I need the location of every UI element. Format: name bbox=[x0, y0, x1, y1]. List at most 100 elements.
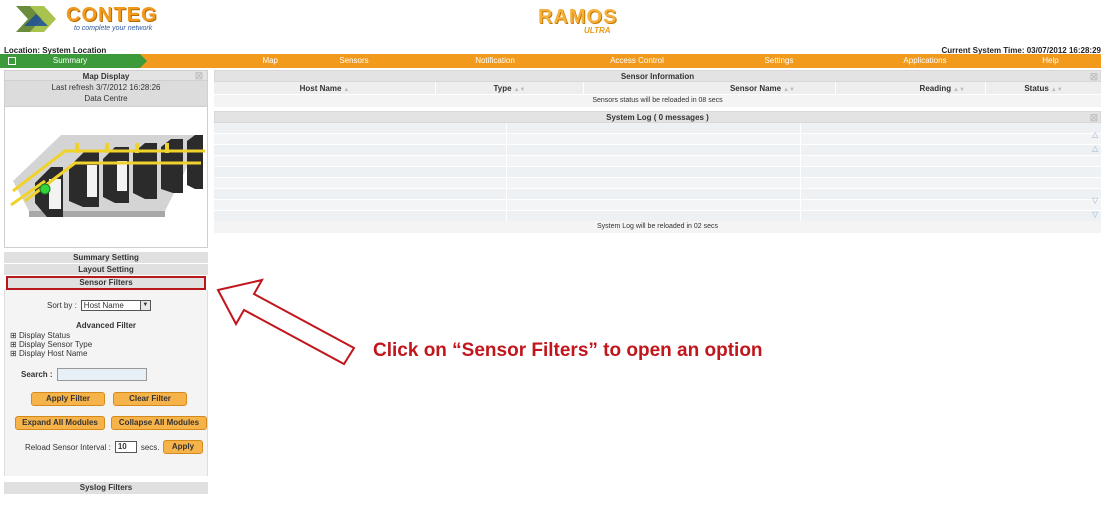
log-row bbox=[214, 123, 1101, 134]
ramos-edition: ULTRA bbox=[584, 26, 611, 35]
sort-select[interactable]: Host Name ▼ bbox=[80, 300, 151, 311]
apply-button[interactable]: Apply bbox=[163, 440, 203, 454]
tree-item-label: Display Status bbox=[18, 331, 71, 340]
tab-help[interactable]: Help bbox=[1000, 54, 1101, 68]
reload-label: Reload Sensor Interval : bbox=[25, 442, 111, 452]
column-label: Type bbox=[493, 84, 512, 93]
scroll-top-icon[interactable]: △ bbox=[1092, 131, 1100, 139]
tab-label: Summary bbox=[52, 56, 88, 65]
panel-title: Sensor Information bbox=[620, 72, 695, 81]
tree-item-sensor-type[interactable]: ⊞ Display Sensor Type bbox=[10, 340, 92, 349]
sensor-filters-body: Sort by : Host Name ▼ Advanced Filter ⊞ … bbox=[4, 290, 208, 476]
chevron-down-icon: ▼ bbox=[139, 301, 150, 310]
last-refresh: Last refresh 3/7/2012 16:28:26 bbox=[51, 83, 161, 92]
sensor-info-header: Sensor Information ☒ bbox=[214, 70, 1101, 82]
conteg-mark-icon bbox=[16, 6, 56, 32]
log-row bbox=[214, 200, 1101, 211]
log-row bbox=[214, 167, 1101, 178]
tree-item-label: Display Sensor Type bbox=[18, 340, 93, 349]
log-row bbox=[214, 134, 1101, 145]
left-panel: Map Display ☒ Last refresh 3/7/2012 16:2… bbox=[4, 70, 208, 494]
sort-icon: ▲▼ bbox=[513, 87, 526, 93]
search-input[interactable] bbox=[56, 368, 147, 381]
summary-setting-header[interactable]: Summary Setting bbox=[4, 252, 208, 264]
close-icon[interactable]: ☒ bbox=[1090, 71, 1098, 83]
log-column-divider bbox=[506, 123, 507, 233]
syslog-reload-message: System Log will be reloaded in 02 secs bbox=[214, 221, 1101, 233]
expand-icon[interactable]: ⊞ bbox=[10, 349, 17, 358]
data-centre-illustration bbox=[10, 135, 205, 217]
log-row bbox=[214, 145, 1101, 156]
tab-label: Access Control bbox=[610, 56, 664, 65]
scroll-bottom-icon[interactable]: ▽ bbox=[1092, 211, 1100, 219]
header: CONTEG to complete your network RAMOS UL… bbox=[0, 0, 1101, 44]
column-label: Sensor Name bbox=[729, 84, 782, 93]
system-log-header: System Log ( 0 messages ) ☒ bbox=[214, 111, 1101, 123]
main-nav: Summary Map Sensors Notification Access … bbox=[0, 54, 1101, 68]
tab-applications[interactable]: Applications bbox=[850, 54, 1000, 68]
callout-arrow-icon bbox=[216, 278, 356, 366]
sort-by: Sort by : Host Name ▼ bbox=[47, 300, 151, 311]
syslog-filters-header[interactable]: Syslog Filters bbox=[4, 482, 208, 494]
tab-sensors[interactable]: Sensors bbox=[284, 54, 424, 68]
expand-icon[interactable]: ⊞ bbox=[10, 331, 17, 340]
search-row: Search : bbox=[21, 368, 147, 381]
map-display-header: Map Display ☒ bbox=[4, 70, 208, 81]
expand-icon[interactable]: ⊞ bbox=[10, 340, 17, 349]
reload-unit: secs. bbox=[140, 442, 160, 452]
conteg-tagline: to complete your network bbox=[74, 25, 153, 32]
sensor-table-header: Host Name ▲ Type ▲▼ Sensor Name ▲▼ Reading ▲… bbox=[214, 82, 1101, 95]
sensor-filters-header[interactable]: Sensor Filters bbox=[6, 276, 206, 290]
reload-interval: Reload Sensor Interval : 10 secs. bbox=[25, 441, 160, 453]
tree-item-host-name[interactable]: ⊞ Display Host Name bbox=[10, 349, 92, 358]
tab-map[interactable]: Map bbox=[140, 54, 284, 68]
tab-label: Sensors bbox=[339, 56, 369, 65]
sensor-reload-message: Sensors status will be reloaded in 08 se… bbox=[214, 95, 1101, 107]
log-row bbox=[214, 156, 1101, 167]
scroll-down-icon[interactable]: ▽ bbox=[1092, 197, 1100, 205]
column-reading[interactable]: Reading ▲▼ bbox=[836, 82, 986, 94]
tab-access-control[interactable]: Access Control bbox=[566, 54, 708, 68]
collapse-all-button[interactable]: Collapse All Modules bbox=[111, 416, 207, 430]
column-sensor-name[interactable]: Sensor Name ▲▼ bbox=[584, 82, 836, 94]
tab-settings[interactable]: Settings bbox=[708, 54, 850, 68]
data-centre-map[interactable] bbox=[4, 106, 208, 248]
close-icon[interactable]: ☒ bbox=[195, 71, 203, 82]
scroll-up-icon[interactable]: △ bbox=[1092, 145, 1100, 153]
callout-text: Click on “Sensor Filters” to open an opt… bbox=[373, 340, 763, 361]
tab-label: Notification bbox=[475, 56, 515, 65]
log-row bbox=[214, 189, 1101, 200]
column-type[interactable]: Type ▲▼ bbox=[436, 82, 584, 94]
system-log-body: △ △ ▽ ▽ System Log will be reloaded in 0… bbox=[214, 123, 1101, 233]
column-status[interactable]: Status ▲▼ bbox=[986, 82, 1101, 94]
column-label: Reading bbox=[919, 84, 952, 93]
panel-title: Map Display bbox=[82, 72, 130, 81]
sort-icon: ▲▼ bbox=[1050, 87, 1063, 93]
search-label: Search : bbox=[21, 370, 53, 379]
conteg-wordmark: CONTEG bbox=[66, 4, 158, 26]
reload-interval-input[interactable]: 10 bbox=[114, 441, 137, 453]
collapse-icon[interactable] bbox=[8, 57, 16, 65]
right-panel: Sensor Information ☒ Host Name ▲ Type ▲▼ S… bbox=[214, 70, 1101, 233]
sort-icon: ▲▼ bbox=[783, 87, 795, 93]
location-name: Data Centre bbox=[84, 94, 128, 103]
filter-tree: ⊞ Display Status ⊞ Display Sensor Type ⊞… bbox=[10, 331, 92, 358]
tab-label: Applications bbox=[903, 56, 947, 65]
expand-all-button[interactable]: Expand All Modules bbox=[15, 416, 105, 430]
ramos-logo: RAMOS ULTRA bbox=[538, 6, 638, 38]
column-host-name[interactable]: Host Name ▲ bbox=[214, 82, 436, 94]
tab-summary[interactable]: Summary bbox=[0, 54, 147, 68]
sort-icon: ▲ bbox=[343, 87, 350, 93]
tree-item-status[interactable]: ⊞ Display Status bbox=[10, 331, 92, 340]
panel-title: System Log ( 0 messages ) bbox=[606, 113, 709, 122]
conteg-logo: CONTEG to complete your network bbox=[16, 4, 174, 38]
tab-label: Map bbox=[262, 56, 278, 65]
clear-filter-button[interactable]: Clear Filter bbox=[113, 392, 187, 406]
map-info: Last refresh 3/7/2012 16:28:26 Data Cent… bbox=[4, 81, 208, 106]
log-column-divider bbox=[800, 123, 801, 233]
apply-filter-button[interactable]: Apply Filter bbox=[31, 392, 105, 406]
column-label: Status bbox=[1024, 84, 1049, 93]
column-label: Host Name bbox=[299, 84, 342, 93]
layout-setting-header[interactable]: Layout Setting bbox=[4, 264, 208, 276]
tab-notification[interactable]: Notification bbox=[424, 54, 566, 68]
